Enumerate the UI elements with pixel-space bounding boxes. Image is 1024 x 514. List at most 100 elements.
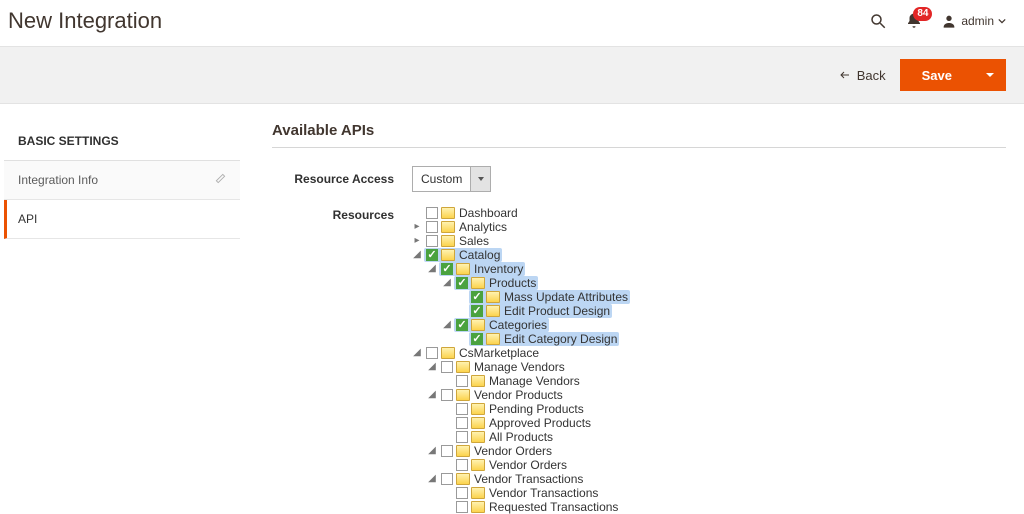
checkbox[interactable] bbox=[456, 277, 468, 289]
folder-icon bbox=[471, 403, 485, 415]
collapse-icon[interactable]: ◢ bbox=[442, 318, 452, 332]
resources-tree: ▸Dashboard▸Analytics▸Sales◢Catalog◢Inven… bbox=[412, 206, 630, 514]
checkbox[interactable] bbox=[456, 431, 468, 443]
back-label: Back bbox=[857, 68, 886, 83]
sidebar-item[interactable]: API bbox=[4, 200, 240, 239]
checkbox[interactable] bbox=[426, 249, 438, 261]
settings-sidebar: BASIC SETTINGS Integration InfoAPI bbox=[4, 122, 240, 239]
tree-node[interactable]: Vendor Products bbox=[439, 388, 565, 402]
save-label: Save bbox=[922, 68, 952, 83]
checkbox[interactable] bbox=[471, 291, 483, 303]
checkbox[interactable] bbox=[426, 347, 438, 359]
folder-icon bbox=[471, 319, 485, 331]
checkbox[interactable] bbox=[456, 403, 468, 415]
notifications-icon[interactable]: 84 bbox=[905, 12, 923, 30]
sidebar-item-label: Integration Info bbox=[18, 173, 98, 187]
checkbox[interactable] bbox=[426, 207, 438, 219]
tree-node[interactable]: Vendor Orders bbox=[454, 458, 569, 472]
tree-node[interactable]: Sales bbox=[424, 234, 491, 248]
user-menu[interactable]: admin bbox=[941, 13, 1006, 29]
notifications-badge: 84 bbox=[913, 7, 932, 21]
tree-node[interactable]: Manage Vendors bbox=[454, 374, 582, 388]
save-dropdown-toggle[interactable] bbox=[974, 59, 1006, 91]
tree-node-label: Mass Update Attributes bbox=[503, 290, 628, 304]
tree-node[interactable]: Requested Transactions bbox=[454, 500, 620, 514]
sidebar-item[interactable]: Integration Info bbox=[4, 161, 240, 200]
folder-icon bbox=[456, 445, 470, 457]
tree-node[interactable]: Categories bbox=[454, 318, 549, 332]
collapse-icon[interactable]: ◢ bbox=[427, 444, 437, 458]
checkbox[interactable] bbox=[441, 389, 453, 401]
tree-node[interactable]: Dashboard bbox=[424, 206, 520, 220]
checkbox[interactable] bbox=[426, 235, 438, 247]
tree-node[interactable]: Manage Vendors bbox=[439, 360, 567, 374]
tree-node-label: Edit Product Design bbox=[503, 304, 610, 318]
collapse-icon[interactable]: ◢ bbox=[412, 248, 422, 262]
checkbox[interactable] bbox=[441, 445, 453, 457]
checkbox[interactable] bbox=[441, 473, 453, 485]
arrow-left-icon bbox=[839, 69, 851, 81]
search-icon[interactable] bbox=[869, 12, 887, 30]
edit-icon bbox=[215, 173, 226, 187]
resource-access-label: Resource Access bbox=[272, 172, 412, 186]
section-title: Available APIs bbox=[272, 122, 1006, 148]
checkbox[interactable] bbox=[456, 487, 468, 499]
checkbox[interactable] bbox=[471, 333, 483, 345]
tree-node-label: Dashboard bbox=[458, 206, 518, 220]
resource-access-value: Custom bbox=[413, 167, 470, 191]
tree-node[interactable]: Edit Product Design bbox=[469, 304, 612, 318]
checkbox[interactable] bbox=[456, 501, 468, 513]
resources-label: Resources bbox=[272, 206, 412, 222]
checkbox[interactable] bbox=[456, 375, 468, 387]
checkbox[interactable] bbox=[426, 221, 438, 233]
folder-icon bbox=[471, 375, 485, 387]
folder-icon bbox=[486, 291, 500, 303]
checkbox[interactable] bbox=[441, 361, 453, 373]
page-title: New Integration bbox=[8, 8, 162, 34]
tree-node[interactable]: CsMarketplace bbox=[424, 346, 541, 360]
collapse-icon[interactable]: ◢ bbox=[427, 388, 437, 402]
checkbox[interactable] bbox=[456, 319, 468, 331]
tree-node[interactable]: Mass Update Attributes bbox=[469, 290, 630, 304]
folder-icon bbox=[456, 389, 470, 401]
user-icon bbox=[941, 13, 957, 29]
checkbox[interactable] bbox=[441, 263, 453, 275]
tree-node-label: Manage Vendors bbox=[488, 374, 580, 388]
expand-icon[interactable]: ▸ bbox=[412, 220, 422, 234]
collapse-icon[interactable]: ◢ bbox=[442, 276, 452, 290]
tree-node[interactable]: Inventory bbox=[439, 262, 525, 276]
folder-icon bbox=[471, 487, 485, 499]
tree-node-label: Sales bbox=[458, 234, 489, 248]
tree-node[interactable]: Vendor Transactions bbox=[439, 472, 585, 486]
collapse-icon[interactable]: ◢ bbox=[427, 360, 437, 374]
tree-node-label: Pending Products bbox=[488, 402, 584, 416]
tree-node[interactable]: Vendor Orders bbox=[439, 444, 554, 458]
collapse-icon[interactable]: ◢ bbox=[427, 262, 437, 276]
folder-icon bbox=[471, 459, 485, 471]
tree-node[interactable]: Catalog bbox=[424, 248, 502, 262]
expand-icon[interactable]: ▸ bbox=[412, 234, 422, 248]
resource-access-select[interactable]: Custom bbox=[412, 166, 491, 192]
tree-node[interactable]: Pending Products bbox=[454, 402, 586, 416]
collapse-icon[interactable]: ◢ bbox=[427, 472, 437, 486]
checkbox[interactable] bbox=[456, 417, 468, 429]
folder-icon bbox=[486, 305, 500, 317]
tree-node[interactable]: Vendor Transactions bbox=[454, 486, 600, 500]
tree-node[interactable]: Approved Products bbox=[454, 416, 593, 430]
user-label: admin bbox=[961, 14, 994, 28]
tree-node-label: CsMarketplace bbox=[458, 346, 539, 360]
back-button[interactable]: Back bbox=[839, 68, 886, 83]
tree-node[interactable]: All Products bbox=[454, 430, 555, 444]
collapse-icon[interactable]: ◢ bbox=[412, 346, 422, 360]
tree-node[interactable]: Products bbox=[454, 276, 538, 290]
folder-icon bbox=[441, 207, 455, 219]
tree-node-label: Inventory bbox=[473, 262, 523, 276]
save-button[interactable]: Save bbox=[900, 59, 974, 91]
tree-node-label: Vendor Products bbox=[473, 388, 563, 402]
tree-node[interactable]: Analytics bbox=[424, 220, 509, 234]
tree-node-label: Manage Vendors bbox=[473, 360, 565, 374]
checkbox[interactable] bbox=[456, 459, 468, 471]
checkbox[interactable] bbox=[471, 305, 483, 317]
tree-node[interactable]: Edit Category Design bbox=[469, 332, 619, 346]
folder-icon bbox=[471, 501, 485, 513]
